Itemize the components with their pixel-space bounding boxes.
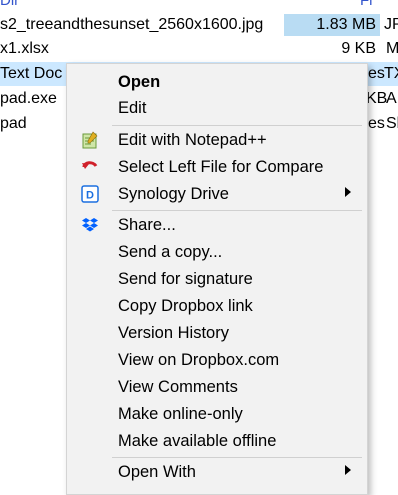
file-name: s2_treeandthesunset_2560x1600.jpg <box>0 16 264 33</box>
menu-item-select-left-compare[interactable]: Select Left File for Compare <box>67 154 365 180</box>
file-size: es <box>368 65 385 82</box>
menu-item-view-comments[interactable]: View Comments <box>67 374 365 400</box>
file-name: pad.exe <box>0 90 57 107</box>
menu-item-label: Open With <box>118 463 196 481</box>
menu-separator <box>112 457 362 458</box>
menu-item-open-with[interactable]: Open With <box>67 459 365 485</box>
file-size: 9 KB <box>341 40 376 57</box>
menu-item-label: Synology Drive <box>118 185 229 203</box>
compare-arrow-icon <box>81 158 99 176</box>
menu-item-version-history[interactable]: Version History <box>67 320 365 346</box>
file-type: TX <box>384 65 398 82</box>
file-name: x1.xlsx <box>0 40 49 57</box>
submenu-arrow-icon <box>345 187 351 197</box>
menu-item-label: Make online-only <box>118 405 243 423</box>
submenu-arrow-icon <box>345 465 351 475</box>
menu-separator <box>112 210 362 211</box>
menu-item-label: Share... <box>118 216 176 234</box>
notepadpp-icon <box>81 131 99 149</box>
menu-item-edit[interactable]: Edit <box>67 95 365 121</box>
menu-item-label: Open <box>118 73 161 91</box>
menu-item-view-on-dropbox[interactable]: View on Dropbox.com <box>67 347 365 373</box>
menu-item-synology-drive[interactable]: D Synology Drive <box>67 181 365 207</box>
menu-item-make-available-offline[interactable]: Make available offline <box>67 428 365 454</box>
file-type: A <box>386 90 397 107</box>
menu-item-share[interactable]: Share... <box>67 212 365 238</box>
file-name: Text Doc <box>0 65 63 82</box>
file-type: M <box>386 40 398 57</box>
menu-item-label: View on Dropbox.com <box>118 351 280 369</box>
column-header-type[interactable]: Fi <box>360 0 373 9</box>
menu-item-label: Send for signature <box>118 270 253 288</box>
menu-item-edit-notepadpp[interactable]: Edit with Notepad++ <box>67 127 365 153</box>
menu-item-label: Edit <box>118 99 147 117</box>
file-row[interactable]: x1.xlsx 9 KB M <box>0 37 398 61</box>
menu-separator <box>112 125 362 126</box>
menu-item-copy-dropbox-link[interactable]: Copy Dropbox link <box>67 293 365 319</box>
menu-item-label: Make available offline <box>118 432 277 450</box>
file-row[interactable]: s2_treeandthesunset_2560x1600.jpg 1.83 M… <box>0 13 398 37</box>
context-menu: Open Edit Edit with Notepad++ Select Lef… <box>66 63 368 495</box>
menu-item-label: View Comments <box>118 378 238 396</box>
menu-item-label: Copy Dropbox link <box>118 297 253 315</box>
synology-drive-icon: D <box>81 185 99 203</box>
file-name: pad <box>0 115 27 132</box>
menu-item-label: Version History <box>118 324 229 342</box>
menu-item-open[interactable]: Open <box>67 69 365 95</box>
menu-item-label: Edit with Notepad++ <box>118 131 267 149</box>
file-type: Sl <box>386 115 398 132</box>
file-size: 1.83 MB <box>284 14 380 36</box>
column-header-name[interactable]: Dir <box>0 0 19 9</box>
file-type: JP <box>384 16 398 33</box>
dropbox-icon <box>81 216 99 234</box>
menu-item-send-copy[interactable]: Send a copy... <box>67 239 365 265</box>
file-size: KB <box>366 90 388 107</box>
menu-item-label: Send a copy... <box>118 243 223 261</box>
menu-item-label: Select Left File for Compare <box>118 158 324 176</box>
svg-text:D: D <box>86 190 94 202</box>
file-size: es <box>368 115 385 132</box>
menu-item-make-online-only[interactable]: Make online-only <box>67 401 365 427</box>
menu-item-send-signature[interactable]: Send for signature <box>67 266 365 292</box>
